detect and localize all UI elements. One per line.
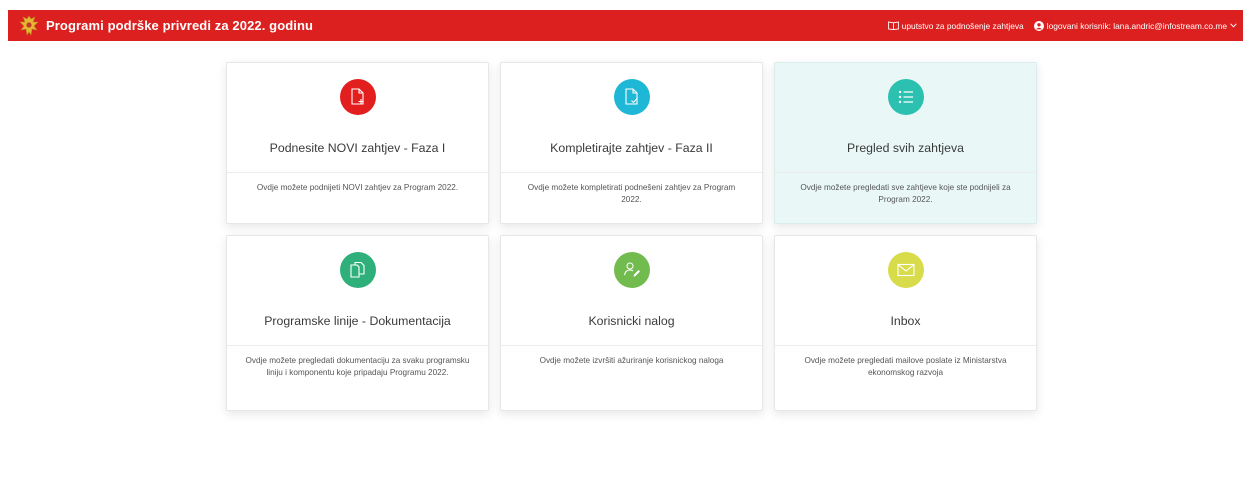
user-circle-icon xyxy=(1033,20,1044,31)
card-program-documentation[interactable]: Programske linije - Dokumentacija Ovdje … xyxy=(226,235,489,411)
book-open-icon xyxy=(887,21,899,30)
card-title: Pregled svih zahtjeva xyxy=(847,141,964,155)
card-complete-request[interactable]: Kompletirajte zahtjev - Faza II Ovdje mo… xyxy=(500,62,763,224)
guide-link-label: uputstvo za podnošenje zahtjeva xyxy=(901,20,1024,31)
card-inbox[interactable]: Inbox Ovdje možete pregledati mailove po… xyxy=(774,235,1037,411)
card-user-account[interactable]: Korisnicki nalog Ovdje možete izvršiti a… xyxy=(500,235,763,411)
user-account-icon-circle xyxy=(613,252,650,288)
card-title: Programske linije - Dokumentacija xyxy=(264,314,451,328)
card-title: Inbox xyxy=(890,314,921,328)
montenegro-crest-icon xyxy=(19,14,39,36)
card-new-request[interactable]: Podnesite NOVI zahtjev - Faza I Ovdje mo… xyxy=(226,62,489,224)
card-all-requests[interactable]: Pregled svih zahtjeva Ovdje možete pregl… xyxy=(774,62,1037,224)
file-plus-icon xyxy=(350,88,364,105)
new-request-icon-circle xyxy=(339,79,376,115)
card-title: Podnesite NOVI zahtjev - Faza I xyxy=(269,141,446,155)
user-menu-label: logovani korisnik: lana.andric@infostrea… xyxy=(1046,20,1227,31)
app-title: Programi podrške privredi za 2022. godin… xyxy=(46,18,314,33)
user-edit-icon xyxy=(623,262,640,277)
documents-icon xyxy=(349,261,365,278)
card-description: Ovdje možete pregledati sve zahtjeve koj… xyxy=(775,172,1036,223)
card-title: Kompletirajte zahtjev - Faza II xyxy=(550,141,713,155)
card-description: Ovdje možete izvršiti ažuriranje korisni… xyxy=(501,345,762,410)
inbox-icon-circle xyxy=(887,252,924,288)
file-check-icon xyxy=(624,88,638,105)
envelope-icon xyxy=(896,263,915,277)
documentation-icon-circle xyxy=(339,252,376,288)
card-description: Ovdje možete pregledati dokumentaciju za… xyxy=(227,345,488,410)
brand[interactable]: Programi podrške privredi za 2022. godin… xyxy=(18,14,313,38)
chevron-down-icon xyxy=(1230,23,1237,28)
card-description: Ovdje možete pregledati mailove poslate … xyxy=(775,345,1036,410)
guide-link[interactable]: uputstvo za podnošenje zahtjeva xyxy=(887,20,1024,31)
list-icon xyxy=(898,90,913,104)
card-description: Ovdje možete podnijeti NOVI zahtjev za P… xyxy=(227,172,488,223)
card-title: Korisnicki nalog xyxy=(588,314,675,328)
top-navbar: Programi podrške privredi za 2022. godin… xyxy=(8,10,1243,41)
user-menu[interactable]: logovani korisnik: lana.andric@infostrea… xyxy=(1033,20,1237,31)
all-requests-icon-circle xyxy=(887,79,924,115)
card-description: Ovdje možete kompletirati podnešeni zaht… xyxy=(501,172,762,223)
topbar-actions: uputstvo za podnošenje zahtjeva logovani… xyxy=(887,20,1237,31)
complete-request-icon-circle xyxy=(613,79,650,115)
dashboard-cards: Podnesite NOVI zahtjev - Faza I Ovdje mo… xyxy=(226,62,1038,411)
